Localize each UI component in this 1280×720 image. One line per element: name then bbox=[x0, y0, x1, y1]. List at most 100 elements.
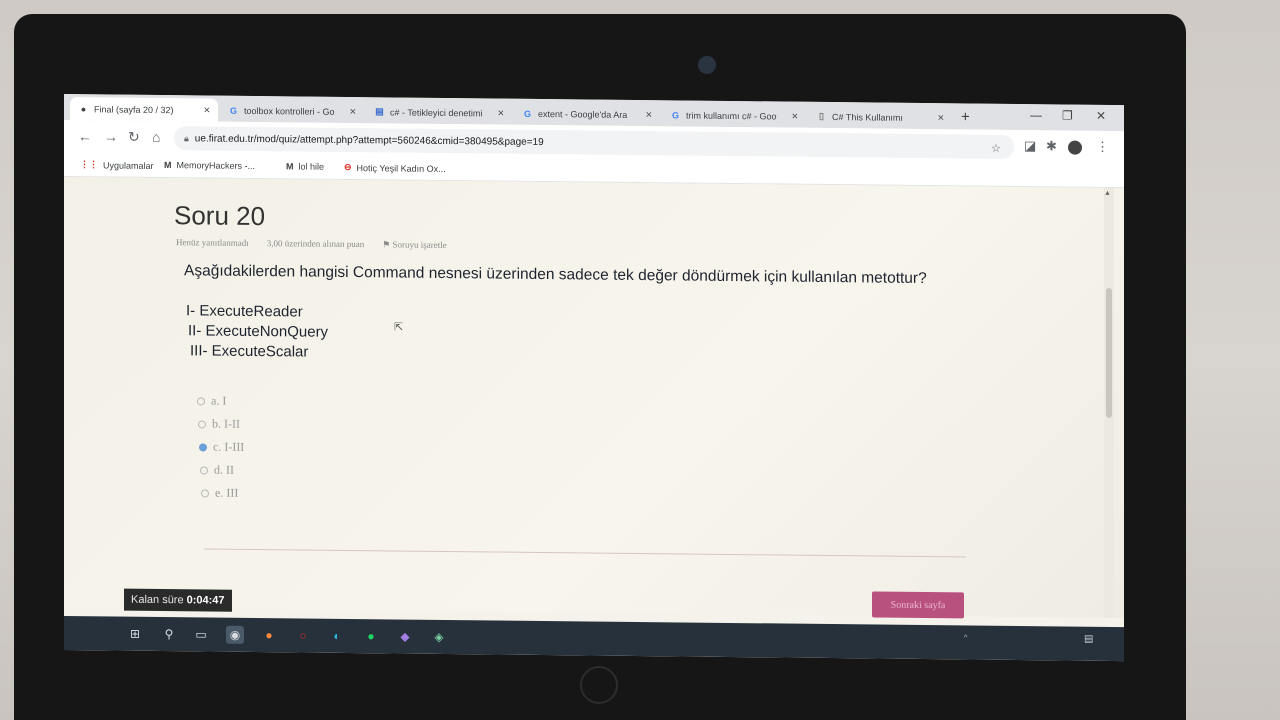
remaining-time: Kalan süre 0:04:47 bbox=[124, 588, 232, 612]
tab-extent[interactable]: G extent - Google'da Ara × bbox=[514, 102, 660, 127]
firefox-icon[interactable]: ● bbox=[260, 626, 278, 644]
close-icon[interactable]: × bbox=[204, 104, 210, 116]
radio-button[interactable] bbox=[197, 396, 205, 405]
search-icon[interactable]: ⚲ bbox=[160, 625, 178, 643]
hotic-icon: ⊖ bbox=[344, 161, 352, 173]
google-icon: G bbox=[229, 105, 237, 116]
option-e[interactable]: e. III bbox=[201, 485, 238, 500]
tab-title: C# This Kullanımı bbox=[832, 111, 903, 123]
spotify-icon[interactable]: ● bbox=[362, 627, 380, 645]
star-icon[interactable]: ☆ bbox=[991, 142, 1001, 155]
statement-item: I- ExecuteReader bbox=[186, 302, 303, 321]
quiz-page: Soru 20 Henüz yanıtlanmadı 3,00 üzerinde… bbox=[64, 177, 1124, 619]
home-icon[interactable]: ⌂ bbox=[152, 129, 160, 145]
close-icon[interactable]: × bbox=[792, 110, 798, 122]
answer-status: Henüz yanıtlanmadı bbox=[176, 237, 249, 248]
tab-title: extent - Google'da Ara bbox=[538, 108, 628, 120]
statement-item: II- ExecuteNonQuery bbox=[188, 322, 329, 341]
app-icon[interactable]: ◈ bbox=[430, 628, 448, 646]
address-bar[interactable]: 🔒︎ ue.firat.edu.tr/mod/quiz/attempt.php?… bbox=[174, 126, 1014, 159]
tab-stackoverflow[interactable]: ▤ c# - Tetikleyici denetimi × bbox=[366, 100, 512, 125]
hp-logo-icon bbox=[580, 666, 618, 704]
question-title: Soru 20 bbox=[174, 200, 266, 232]
menu-icon[interactable]: ⋮ bbox=[1096, 139, 1109, 155]
bookmark-lol-hile[interactable]: M lol hile bbox=[286, 161, 324, 171]
divider bbox=[204, 548, 966, 558]
option-label: b. I-II bbox=[212, 416, 240, 431]
flag-label: Soruyu işaretle bbox=[392, 239, 447, 251]
bookmark-hotic[interactable]: ⊖ Hotiç Yeşil Kadın Ox... bbox=[344, 162, 446, 174]
tab-title: trim kullanımı c# - Goo bbox=[686, 110, 777, 121]
scrollbar-thumb[interactable] bbox=[1106, 287, 1112, 418]
chrome-icon[interactable]: ◉ bbox=[226, 625, 244, 644]
option-b[interactable]: b. I-II bbox=[198, 416, 240, 431]
tray-chevron-icon[interactable]: ^ bbox=[964, 633, 967, 642]
opera-icon[interactable]: ○ bbox=[294, 626, 312, 644]
laptop-screen: ● Final (sayfa 20 / 32) × G toolbox kont… bbox=[64, 94, 1124, 662]
bookmark-apps[interactable]: ⋮⋮ Uygulamalar bbox=[80, 159, 154, 171]
statement-item: III- ExecuteScalar bbox=[190, 342, 309, 361]
bookmark-label: MemoryHackers -... bbox=[176, 160, 256, 172]
back-arrow-icon[interactable]: ← bbox=[78, 128, 92, 144]
points-text: 3,00 üzerinden alınan puan bbox=[266, 238, 365, 250]
option-label: a. I bbox=[211, 393, 227, 408]
radio-button[interactable] bbox=[198, 419, 206, 428]
flag-icon: ⚑ bbox=[382, 239, 393, 250]
tab-title: Final (sayfa 20 / 32) bbox=[94, 103, 174, 115]
visual-studio-icon[interactable]: ◆ bbox=[396, 627, 414, 645]
bookmark-label: lol hile bbox=[298, 161, 325, 172]
option-label: e. III bbox=[215, 485, 239, 500]
scroll-up-icon[interactable]: ▲ bbox=[1104, 190, 1111, 197]
extensions-icon[interactable]: ✱ bbox=[1046, 138, 1057, 154]
notification-icon[interactable]: ▤ bbox=[1084, 634, 1093, 645]
timer-label: Kalan süre bbox=[131, 593, 184, 607]
close-icon[interactable]: × bbox=[938, 112, 944, 124]
bookmark-memoryhackers[interactable]: M MemoryHackers -... bbox=[164, 160, 255, 171]
mouse-cursor-icon: ⇱ bbox=[394, 321, 404, 334]
apps-grid-icon: ⋮⋮ bbox=[80, 159, 98, 170]
tab-title: toolbox kontrolleri - Go bbox=[244, 105, 335, 117]
close-icon[interactable]: × bbox=[350, 105, 356, 117]
google-icon: G bbox=[523, 108, 531, 119]
radio-button-selected[interactable] bbox=[199, 442, 207, 451]
google-icon: G bbox=[671, 109, 679, 120]
tab-trim[interactable]: G trim kullanımı c# - Goo × bbox=[662, 103, 806, 128]
reload-icon[interactable]: ↻ bbox=[128, 129, 140, 146]
windows-start-icon[interactable]: ⊞ bbox=[126, 625, 144, 643]
next-page-button[interactable]: Sonraki sayfa bbox=[872, 591, 964, 619]
tab-toolbox[interactable]: G toolbox kontrolleri - Go × bbox=[220, 99, 364, 124]
tab-this[interactable]: ▯ C# This Kullanımı × bbox=[808, 105, 952, 130]
restore-icon[interactable]: ❐ bbox=[1062, 108, 1073, 122]
close-icon[interactable]: × bbox=[646, 109, 652, 121]
tab-final[interactable]: ● Final (sayfa 20 / 32) × bbox=[70, 97, 218, 122]
option-d[interactable]: d. II bbox=[200, 462, 234, 477]
radio-button[interactable] bbox=[201, 488, 209, 498]
flag-question-link[interactable]: ⚑ Soruyu işaretle bbox=[382, 239, 447, 251]
translate-icon[interactable]: ◪ bbox=[1024, 138, 1036, 154]
question-info: Henüz yanıtlanmadı 3,00 üzerinden alınan… bbox=[176, 237, 447, 251]
option-label: d. II bbox=[214, 462, 234, 477]
new-tab-button[interactable]: + bbox=[961, 108, 970, 125]
option-c[interactable]: c. I-III bbox=[199, 439, 244, 454]
tab-title: c# - Tetikleyici denetimi bbox=[390, 106, 483, 118]
forward-arrow-icon[interactable]: → bbox=[104, 128, 118, 144]
close-window-icon[interactable]: ✕ bbox=[1096, 109, 1106, 123]
option-a[interactable]: a. I bbox=[197, 393, 226, 408]
webcam-icon bbox=[698, 56, 716, 74]
question-text: Aşağıdakilerden hangisi Command nesnesi … bbox=[184, 262, 927, 288]
timer-value: 0:04:47 bbox=[186, 594, 225, 607]
avatar[interactable] bbox=[1068, 140, 1082, 155]
stackoverflow-icon: ▤ bbox=[375, 106, 384, 117]
lock-icon: 🔒︎ bbox=[184, 132, 189, 143]
bookmark-label: Hotiç Yeşil Kadın Ox... bbox=[356, 162, 446, 174]
url-text: ue.firat.edu.tr/mod/quiz/attempt.php?att… bbox=[194, 132, 544, 148]
m-logo-icon: M bbox=[286, 161, 294, 172]
moodle-icon: ● bbox=[80, 103, 87, 114]
m-logo-icon: M bbox=[164, 160, 172, 171]
page-icon: ▯ bbox=[819, 110, 824, 121]
edge-icon[interactable]: ◐ bbox=[328, 627, 346, 645]
close-icon[interactable]: × bbox=[498, 107, 504, 119]
minimize-icon[interactable]: — bbox=[1030, 108, 1042, 122]
radio-button[interactable] bbox=[200, 465, 208, 475]
task-view-icon[interactable]: ▭ bbox=[192, 625, 210, 643]
